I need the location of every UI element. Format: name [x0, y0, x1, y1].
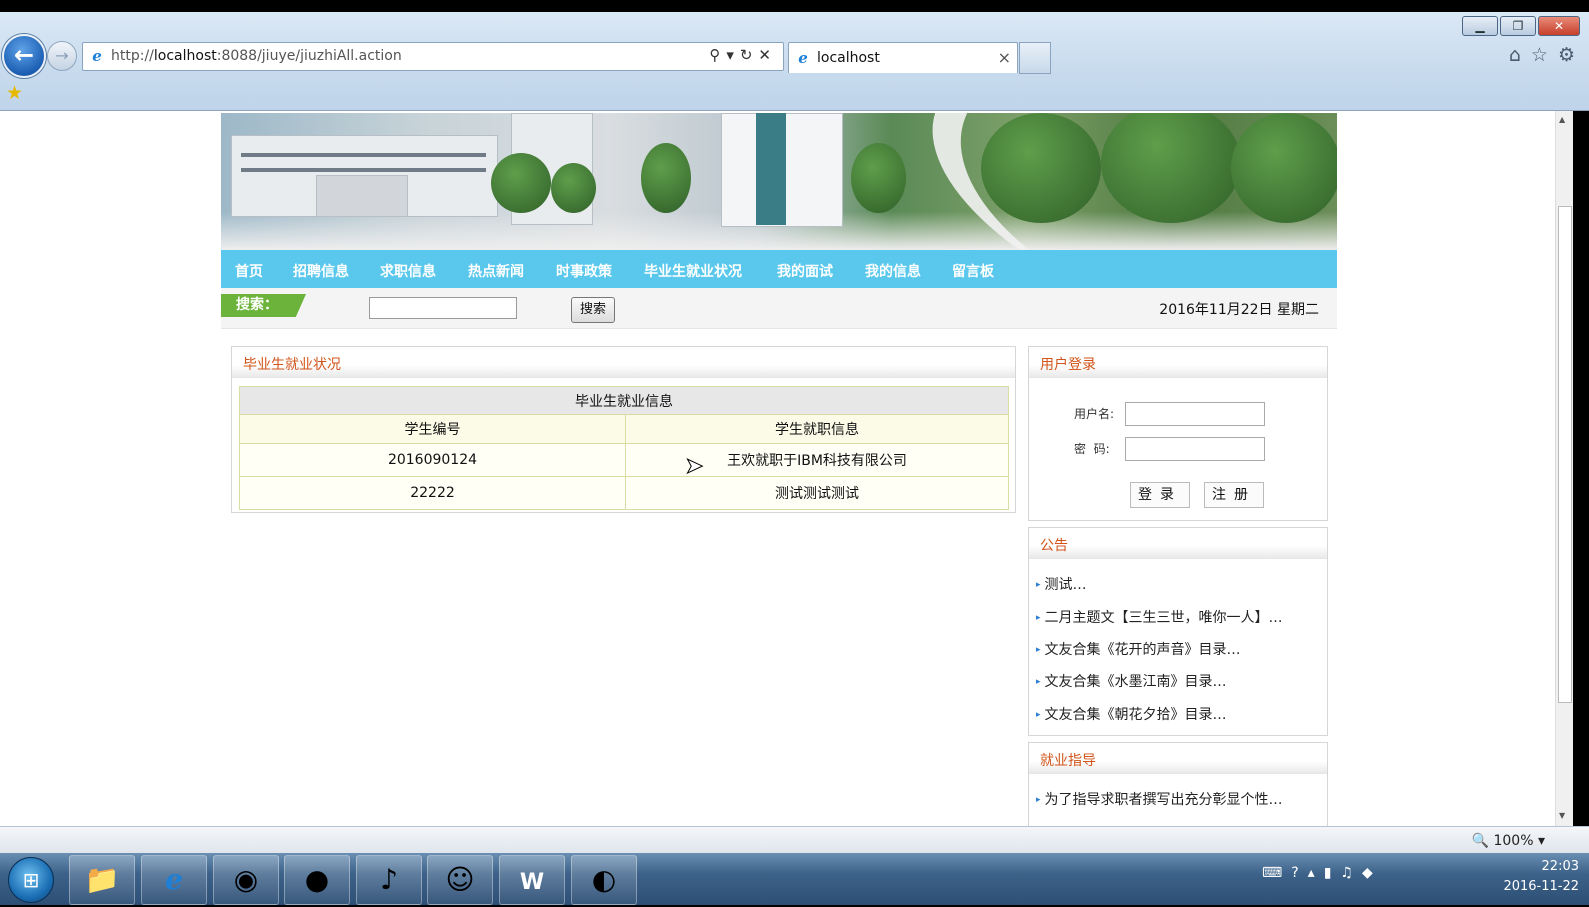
start-button[interactable]: ⊞	[8, 857, 54, 903]
student-id-cell: 2016090124	[239, 443, 626, 477]
search-bar: 搜索： 搜索 2016年11月22日 星期二	[221, 288, 1337, 329]
nav-item-recruit[interactable]: 招聘信息	[293, 261, 349, 281]
nav-item-guestbook[interactable]: 留言板	[952, 261, 994, 281]
username-label: 用户名:	[1074, 407, 1115, 421]
scrollbar-thumb[interactable]	[1558, 206, 1572, 703]
restore-button[interactable]: ❐	[1500, 16, 1536, 36]
system-clock[interactable]: 22:03 2016-11-22	[1503, 857, 1579, 897]
search-button[interactable]: 搜索	[571, 297, 615, 323]
main-nav: 首页 招聘信息 求职信息 热点新闻 时事政策 毕业生就业状况 我的面试 我的信息…	[221, 250, 1337, 288]
login-panel: 用户登录 用户名: 密 码: 登录 注册	[1028, 346, 1328, 521]
nav-item-my-info[interactable]: 我的信息	[865, 261, 921, 281]
current-date: 2016年11月22日 星期二	[1159, 302, 1319, 318]
vertical-scrollbar[interactable]: ▲ ▼	[1555, 111, 1573, 826]
column-header-info: 学生就职信息	[625, 414, 1009, 444]
back-button[interactable]: ←	[2, 34, 46, 78]
ie-taskbar-icon[interactable]: e	[141, 855, 207, 905]
notice-item[interactable]: 测试…	[1036, 574, 1087, 594]
browser-tab[interactable]: e localhost ×	[788, 42, 1018, 73]
register-button[interactable]: 注册	[1204, 482, 1264, 508]
qq-icon[interactable]: ◆	[1362, 865, 1382, 881]
login-button[interactable]: 登录	[1130, 482, 1190, 508]
table-row: 22222 测试测试测试	[239, 476, 1009, 510]
system-tray: ⌨?▴▮♫◆	[1262, 865, 1382, 881]
word-taskbar-icon[interactable]: W	[499, 855, 565, 905]
column-header-id: 学生编号	[239, 414, 626, 444]
add-favorite-icon[interactable]: ★	[6, 82, 23, 104]
tab-close-icon[interactable]: ×	[998, 48, 1011, 67]
panel-title: 毕业生就业状况	[243, 357, 341, 373]
login-title: 用户登录	[1040, 357, 1096, 373]
nav-item-jobseek[interactable]: 求职信息	[380, 261, 436, 281]
employment-status-panel: 毕业生就业状况 毕业生就业信息 学生编号 学生就职信息 2016090124 王…	[231, 346, 1016, 513]
app-taskbar-icon[interactable]: ●	[284, 855, 350, 905]
address-bar[interactable]: e http://localhost:8088/jiuye/jiuzhiAll.…	[82, 42, 784, 71]
table-caption: 毕业生就业信息	[239, 386, 1009, 415]
network-icon[interactable]: ▮	[1324, 865, 1341, 881]
browser-chrome: ▁ ❐ ✕ ← → e http://localhost:8088/jiuye/…	[0, 12, 1589, 111]
password-input[interactable]	[1125, 437, 1265, 461]
notice-item[interactable]: 文友合集《朝花夕拾》目录…	[1036, 704, 1227, 724]
job-info-cell: 测试测试测试	[625, 476, 1009, 510]
search-input[interactable]	[369, 297, 517, 319]
nav-item-policy[interactable]: 时事政策	[556, 261, 612, 281]
taskbar: ⊞ 📁 e ◉ ● ♪ ☺ W ◐ ⌨?▴▮♫◆ 22:03 2016-11-2…	[0, 853, 1589, 905]
campus-banner-image	[221, 113, 1337, 250]
tray-expand-icon[interactable]: ▴	[1308, 865, 1324, 881]
favorites-icon[interactable]: ☆	[1531, 44, 1558, 66]
nav-item-home[interactable]: 首页	[235, 261, 263, 281]
home-icon[interactable]: ⌂	[1509, 44, 1531, 66]
close-window-button[interactable]: ✕	[1538, 16, 1580, 36]
search-icon[interactable]: ⚲	[709, 46, 726, 64]
page-viewport: 首页 招聘信息 求职信息 热点新闻 时事政策 毕业生就业状况 我的面试 我的信息…	[0, 111, 1572, 826]
search-label: 搜索：	[221, 294, 306, 317]
notice-item[interactable]: 文友合集《水墨江南》目录…	[1036, 671, 1227, 691]
guidance-item[interactable]: 为了指导求职者撰写出充分彰显个性…	[1036, 789, 1283, 809]
volume-icon[interactable]: ♫	[1340, 865, 1362, 881]
chat-taskbar-icon[interactable]: ☺	[427, 855, 493, 905]
new-tab-button[interactable]	[1019, 42, 1051, 74]
browser-tools: ⌂☆⚙	[1509, 44, 1585, 66]
notice-item[interactable]: 二月主题文【三生三世，唯你一人】…	[1036, 607, 1283, 627]
guidance-panel: 就业指导 为了指导求职者撰写出充分彰显个性…	[1028, 742, 1328, 826]
zoom-level[interactable]: 🔍 100% ▾	[1472, 833, 1545, 849]
clock-date: 2016-11-22	[1503, 879, 1579, 894]
gear-icon[interactable]: ⚙	[1558, 44, 1585, 66]
job-info-cell: 王欢就职于IBM科技有限公司	[625, 443, 1009, 477]
address-url[interactable]: http://localhost:8088/jiuye/jiuzhiAll.ac…	[111, 48, 402, 64]
dropdown-icon[interactable]: ▾	[726, 46, 740, 64]
stop-icon[interactable]: ✕	[758, 46, 777, 64]
table-row: 2016090124 王欢就职于IBM科技有限公司	[239, 443, 1009, 477]
guidance-title: 就业指导	[1040, 753, 1096, 769]
eclipse-taskbar-icon[interactable]: ◐	[571, 855, 637, 905]
scroll-down-icon[interactable]: ▼	[1559, 811, 1565, 820]
clock-time: 22:03	[1541, 859, 1579, 874]
zoom-icon: 🔍	[1471, 833, 1490, 849]
notice-panel: 公告 测试… 二月主题文【三生三世，唯你一人】… 文友合集《花开的声音》目录… …	[1028, 527, 1328, 736]
tab-title: localhost	[817, 50, 880, 66]
music-taskbar-icon[interactable]: ♪	[356, 855, 422, 905]
help-icon[interactable]: ?	[1291, 865, 1307, 881]
refresh-icon[interactable]: ↻	[740, 46, 759, 64]
employment-table: 毕业生就业信息 学生编号 学生就职信息 2016090124 王欢就职于IBM科…	[239, 386, 1009, 510]
ie-tab-icon: e	[798, 49, 808, 67]
chrome-taskbar-icon[interactable]: ◉	[213, 855, 279, 905]
username-input[interactable]	[1125, 402, 1265, 426]
nav-item-employment[interactable]: 毕业生就业状况	[644, 261, 742, 281]
forward-button[interactable]: →	[47, 41, 77, 71]
notice-item[interactable]: 文友合集《花开的声音》目录…	[1036, 639, 1241, 659]
minimize-button[interactable]: ▁	[1462, 16, 1498, 36]
nav-item-interviews[interactable]: 我的面试	[777, 261, 833, 281]
mouse-cursor-icon: ➤	[684, 454, 704, 480]
explorer-taskbar-icon[interactable]: 📁	[69, 855, 135, 905]
address-tools: ⚲▾↻✕	[709, 46, 777, 64]
password-label: 密 码:	[1074, 442, 1110, 456]
status-bar: 🔍 100% ▾	[0, 826, 1589, 854]
ie-page-icon: e	[92, 47, 102, 65]
student-id-cell: 22222	[239, 476, 626, 510]
nav-item-news[interactable]: 热点新闻	[468, 261, 524, 281]
keyboard-icon[interactable]: ⌨	[1262, 865, 1291, 881]
scroll-up-icon[interactable]: ▲	[1559, 115, 1565, 124]
notice-title: 公告	[1040, 538, 1068, 554]
